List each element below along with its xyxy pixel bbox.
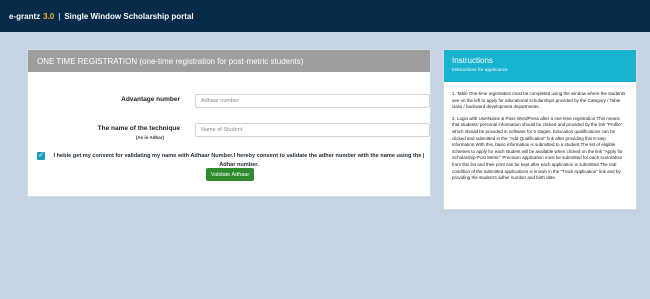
consent-checkbox[interactable]: ✓: [37, 152, 45, 160]
instructions-body: 1. Table One-time registration must be c…: [444, 82, 636, 182]
registration-card: ONE TIME REGISTRATION (one-time registra…: [27, 49, 431, 197]
check-icon: ✓: [38, 152, 44, 159]
aadhaar-label: Advantage number: [121, 96, 180, 103]
instructions-card: Instructions Instructions for applicance…: [443, 49, 637, 210]
header-separator: |: [58, 11, 61, 21]
student-name-row: The name of the technique (As in Adhar): [28, 123, 432, 140]
student-name-label: The name of the technique: [97, 125, 180, 132]
instructions-header: Instructions Instructions for applicance: [444, 50, 636, 82]
instruction-paragraph-1: 1. Table One-time registration must be c…: [452, 91, 626, 110]
instructions-title: Instructions: [452, 56, 493, 65]
aadhaar-row: Advantage number: [28, 94, 432, 108]
validate-aadhaar-button[interactable]: Validate Adhaar: [206, 168, 254, 181]
aadhaar-input[interactable]: [195, 94, 430, 108]
portal-title: Single Window Scholarship portal: [64, 11, 194, 21]
top-navbar: e-grantz 3.0 | Single Window Scholarship…: [0, 0, 650, 32]
instruction-paragraph-2: 2. Login with UserName & Pass WordPress …: [452, 115, 624, 181]
student-name-input[interactable]: [195, 123, 430, 137]
registration-title: ONE TIME REGISTRATION (one-time registra…: [28, 50, 430, 72]
version-label: 3.0: [43, 11, 55, 21]
instructions-subtitle: Instructions for applicance: [452, 68, 508, 73]
student-name-sublabel: (As in Adhar): [135, 135, 164, 140]
brand-name[interactable]: e-grantz: [9, 12, 40, 21]
